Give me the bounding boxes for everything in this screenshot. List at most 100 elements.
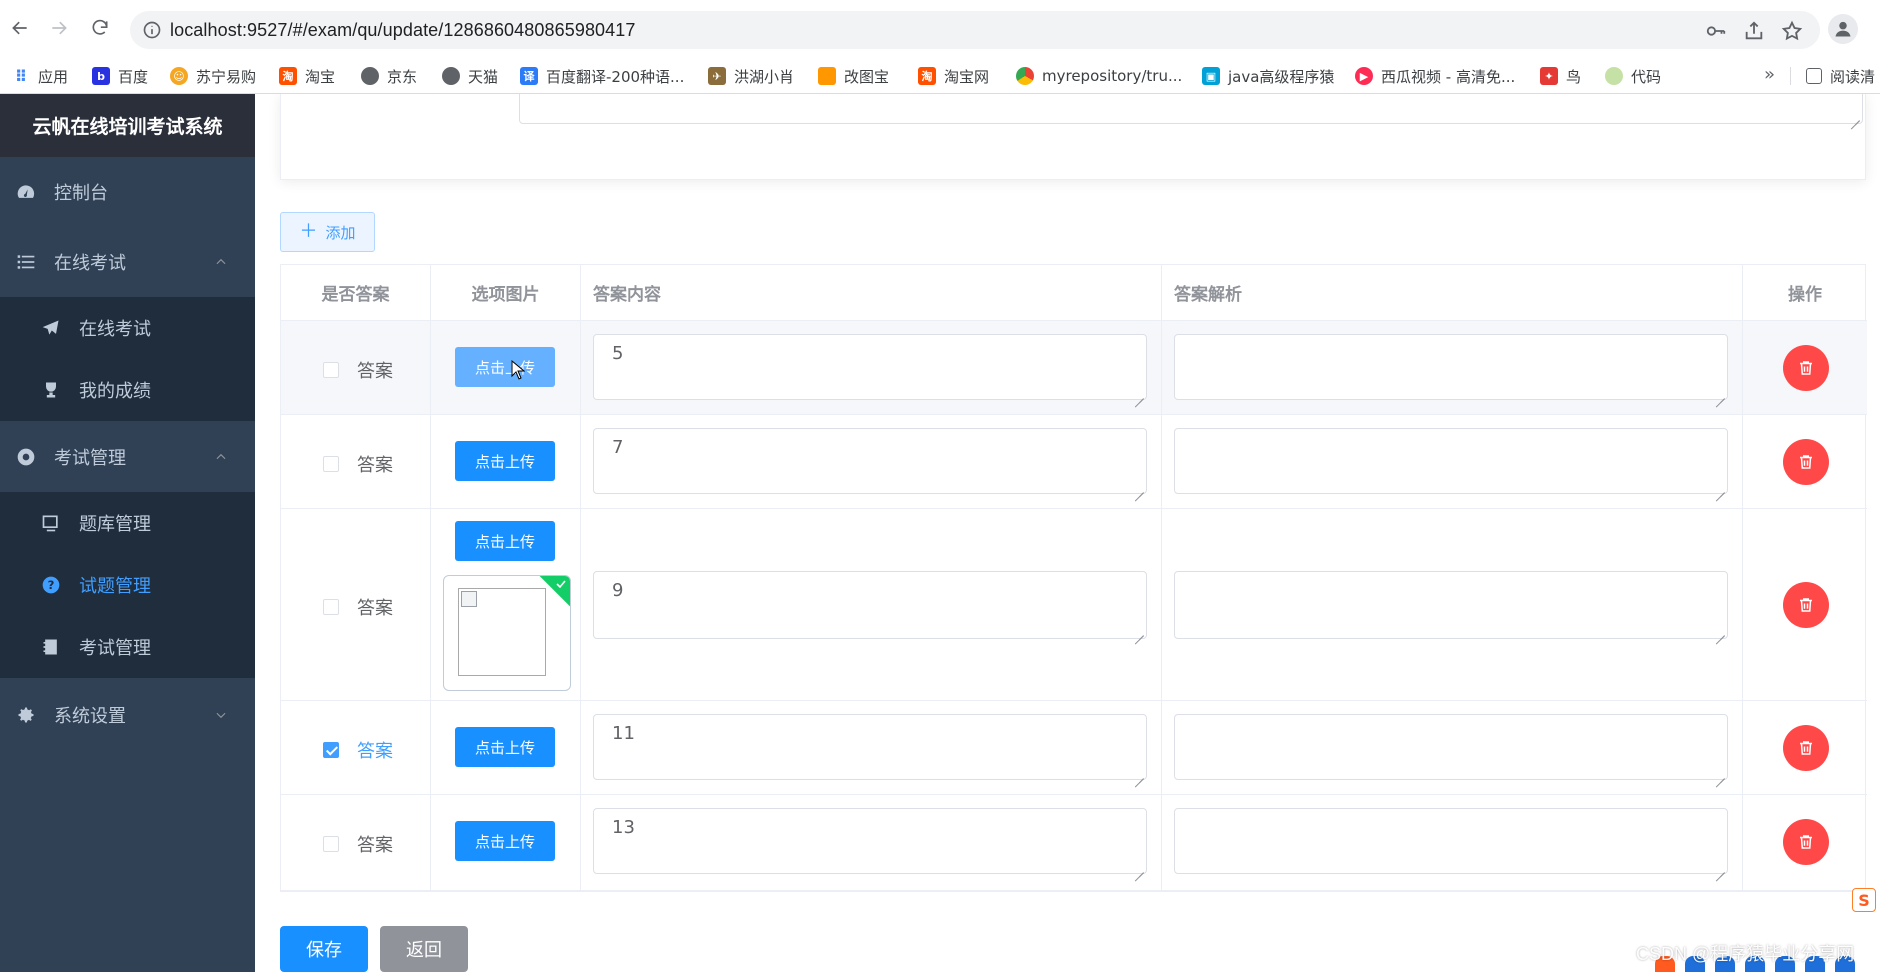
bookmark-baidu-translate[interactable]: 译百度翻译-200种语... xyxy=(520,58,684,94)
resize-handle-icon[interactable] xyxy=(1715,626,1725,636)
resize-handle-icon[interactable] xyxy=(1134,389,1144,399)
delete-option-button[interactable] xyxy=(1783,439,1829,485)
menu-dashboard[interactable]: 控制台 xyxy=(0,161,255,223)
delete-option-button[interactable] xyxy=(1783,819,1829,865)
resize-handle-icon[interactable] xyxy=(1715,769,1725,779)
question-form-card xyxy=(280,94,1866,180)
upload-image-button[interactable]: 点击上传 xyxy=(455,347,555,387)
checkbox-box-checked[interactable] xyxy=(323,742,339,758)
bird-red-icon: ✦ xyxy=(1540,67,1558,85)
resize-handle-icon[interactable] xyxy=(1715,483,1725,493)
menu-my-scores[interactable]: 我的成绩 xyxy=(0,359,255,421)
delete-option-button[interactable] xyxy=(1783,725,1829,771)
menu-online-exam-sub[interactable]: 在线考试 xyxy=(0,297,255,359)
back-arrow-icon[interactable] xyxy=(6,14,34,42)
answer-analysis-textarea[interactable] xyxy=(1174,714,1728,780)
resize-handle-icon[interactable] xyxy=(1134,769,1144,779)
back-button[interactable]: 返回 xyxy=(380,926,468,972)
resize-handle-icon[interactable] xyxy=(1134,626,1144,636)
menu-exam-admin[interactable]: 考试管理 xyxy=(0,616,255,678)
chevron-up-icon xyxy=(216,258,226,265)
upload-image-button[interactable]: 点击上传 xyxy=(455,821,555,861)
answer-content-textarea[interactable]: 11 xyxy=(593,714,1147,780)
is-answer-checkbox[interactable]: 答案 xyxy=(323,831,393,857)
cursor-pointer-icon xyxy=(511,360,525,380)
question-analysis-textarea[interactable] xyxy=(519,94,1863,124)
answer-analysis-textarea[interactable] xyxy=(1174,334,1728,400)
resize-handle-icon[interactable] xyxy=(1134,863,1144,873)
delete-option-button[interactable] xyxy=(1783,345,1829,391)
add-option-button[interactable]: ＋ 添加 xyxy=(280,212,375,252)
menu-question-bank[interactable]: 题库管理 xyxy=(0,492,255,554)
reading-list[interactable]: 阅读清 xyxy=(1806,58,1875,94)
delete-option-button[interactable] xyxy=(1783,582,1829,628)
is-answer-checkbox[interactable]: 答案 xyxy=(323,357,393,383)
notebook-icon xyxy=(43,639,57,655)
csdn-side-badge[interactable]: S xyxy=(1852,888,1876,912)
bookmark-apps[interactable]: ⠿ 应用 xyxy=(12,58,68,94)
bookmark-baidu[interactable]: b 百度 xyxy=(92,58,148,94)
table-row: 答案 点击上传 11 xyxy=(281,701,1867,795)
key-icon[interactable] xyxy=(1705,20,1727,42)
upload-image-button[interactable]: 点击上传 xyxy=(455,441,555,481)
bookmark-taobaowang[interactable]: 淘淘宝网 xyxy=(918,58,989,94)
is-answer-checkbox[interactable]: 答案 xyxy=(323,451,393,477)
upload-image-button[interactable]: 点击上传 xyxy=(455,521,555,561)
broken-image-icon xyxy=(458,588,546,676)
resize-handle-icon[interactable] xyxy=(1134,483,1144,493)
resize-handle-icon[interactable] xyxy=(1850,111,1860,121)
bookmark-taobao[interactable]: 淘淘宝 xyxy=(279,58,335,94)
gaitubao-icon xyxy=(818,67,836,85)
svg-text:?: ? xyxy=(48,578,55,592)
menu-system-settings[interactable]: 系统设置 xyxy=(0,684,255,746)
more-bookmarks-icon[interactable]: » xyxy=(1764,64,1775,85)
bookmark-jd[interactable]: 京东 xyxy=(361,58,417,94)
checkbox-box[interactable] xyxy=(323,362,339,378)
bookmark-suning[interactable]: ☺ 苏宁易购 xyxy=(170,58,256,94)
resize-handle-icon[interactable] xyxy=(1715,389,1725,399)
save-button[interactable]: 保存 xyxy=(280,926,368,972)
answer-content-textarea[interactable]: 13 xyxy=(593,808,1147,874)
bookmark-honghu[interactable]: ✈ 洪湖小肖 xyxy=(708,58,794,94)
checkbox-box[interactable] xyxy=(323,599,339,615)
answer-analysis-textarea[interactable] xyxy=(1174,428,1728,494)
sidebar: 云帆在线培训考试系统 控制台 在线考试 在线考试 我的成绩 考试管理 题库管理 … xyxy=(0,94,255,972)
site-info-icon[interactable] xyxy=(142,20,162,40)
answer-content-textarea[interactable]: 9 xyxy=(593,571,1147,639)
trash-icon xyxy=(1800,361,1812,375)
answer-analysis-textarea[interactable] xyxy=(1174,571,1728,639)
bookmark-java[interactable]: ▣ java高级程序猿 xyxy=(1202,58,1334,94)
bookmark-myrepository[interactable]: myrepository/tru... xyxy=(1016,58,1182,94)
is-answer-checkbox[interactable]: 答案 xyxy=(323,737,393,763)
forward-arrow-icon[interactable] xyxy=(45,14,73,42)
suning-icon: ☺ xyxy=(170,67,188,85)
trash-icon xyxy=(1800,835,1812,849)
baidu-translate-icon: 译 xyxy=(520,67,538,85)
menu-online-exam[interactable]: 在线考试 xyxy=(0,231,255,293)
is-answer-checkbox[interactable]: 答案 xyxy=(323,594,393,620)
menu-question-management[interactable]: ? 试题管理 xyxy=(0,554,255,616)
share-icon[interactable] xyxy=(1743,20,1765,42)
resize-handle-icon[interactable] xyxy=(1715,863,1725,873)
checkbox-box[interactable] xyxy=(323,456,339,472)
bookmark-gaitubao[interactable]: 改图宝 xyxy=(818,58,889,94)
star-icon[interactable] xyxy=(1781,20,1803,42)
chevron-up-icon xyxy=(216,453,226,460)
bookmark-code[interactable]: 代码 xyxy=(1605,58,1661,94)
answer-content-textarea[interactable]: 5 xyxy=(593,334,1147,400)
checkbox-box[interactable] xyxy=(323,836,339,852)
profile-avatar-icon[interactable] xyxy=(1828,14,1858,44)
globe-icon xyxy=(442,67,460,85)
address-bar[interactable]: localhost:9527/#/exam/qu/update/12868604… xyxy=(130,11,1820,49)
reload-icon[interactable] xyxy=(86,14,114,42)
bookmark-tmall[interactable]: 天猫 xyxy=(442,58,498,94)
question-circle-icon: ? xyxy=(42,576,60,594)
bookmark-xigua[interactable]: ▶ 西瓜视频 - 高清免... xyxy=(1355,58,1515,94)
option-image-preview[interactable] xyxy=(443,575,571,691)
bookmark-niao[interactable]: ✦ 鸟 xyxy=(1540,58,1581,94)
upload-image-button[interactable]: 点击上传 xyxy=(455,727,555,767)
menu-exam-management[interactable]: 考试管理 xyxy=(0,426,255,488)
watermark: CSDN @程序猿毕业分享网 xyxy=(1636,944,1855,964)
answer-analysis-textarea[interactable] xyxy=(1174,808,1728,874)
answer-content-textarea[interactable]: 7 xyxy=(593,428,1147,494)
